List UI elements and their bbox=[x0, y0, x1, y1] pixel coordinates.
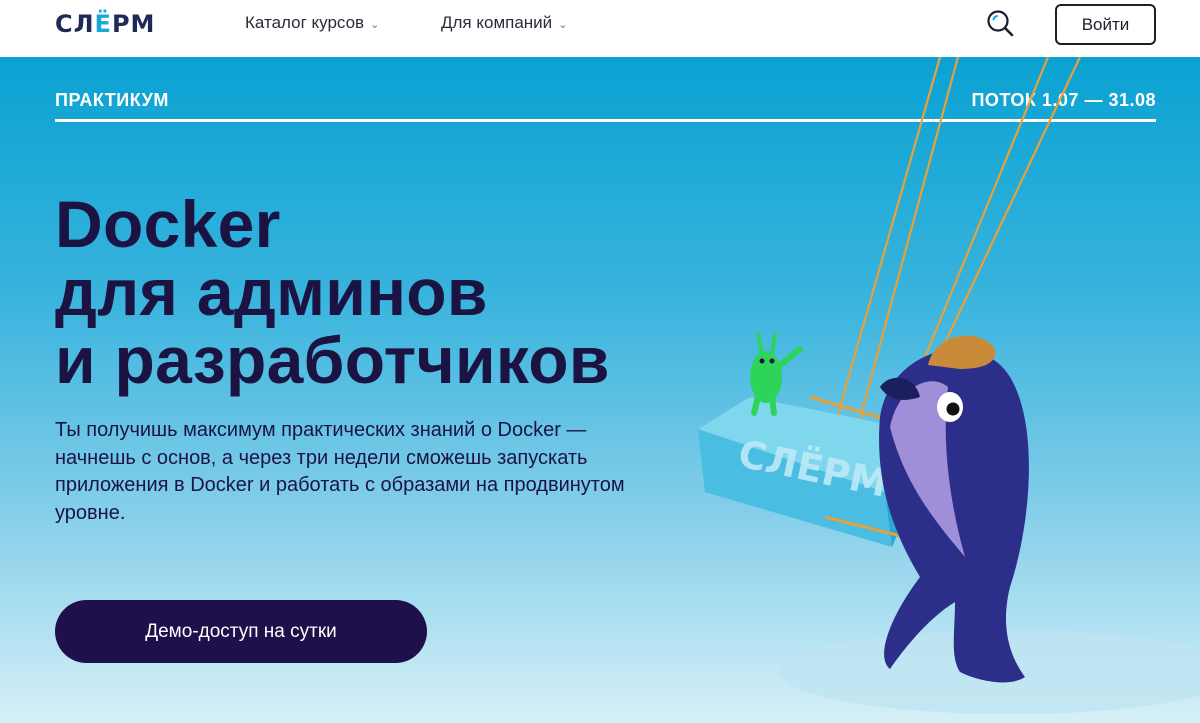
page-title: Docker для админов и разработчиков bbox=[55, 190, 610, 394]
chevron-down-icon: ⌄ bbox=[558, 19, 568, 31]
nav-for-companies[interactable]: Для компаний ⌄ bbox=[441, 13, 567, 33]
search-icon[interactable] bbox=[985, 8, 1015, 38]
logo-text-start: СЛ bbox=[55, 10, 95, 38]
nav-course-catalog-label: Каталог курсов bbox=[245, 13, 365, 32]
title-line-2: для админов bbox=[55, 255, 488, 329]
nav-course-catalog[interactable]: Каталог курсов ⌄ bbox=[245, 13, 379, 33]
demo-access-button[interactable]: Демо-доступ на сутки bbox=[55, 600, 427, 663]
course-description: Ты получишь максимум практических знаний… bbox=[55, 419, 625, 524]
top-navigation-bar: СЛ Ё РМ Каталог курсов ⌄ Для компаний ⌄ Во… bbox=[0, 0, 1200, 57]
hero-section: ПРАКТИКУМ ПОТОК 1.07 — 31.08 Docker для … bbox=[0, 57, 1200, 723]
docker-whale-illustration: СЛЁРМ bbox=[698, 57, 1200, 714]
nav-for-companies-label: Для компаний bbox=[441, 13, 553, 32]
title-line-3: и разработчиков bbox=[55, 323, 610, 397]
title-line-1: Docker bbox=[55, 187, 281, 261]
chevron-down-icon: ⌄ bbox=[370, 19, 380, 31]
login-button[interactable]: Войти bbox=[1055, 4, 1156, 45]
practicum-label: ПРАКТИКУМ bbox=[55, 90, 169, 110]
logo-text-accent: Ё bbox=[94, 10, 112, 38]
alien-character bbox=[750, 333, 803, 416]
whale-character bbox=[879, 335, 1029, 683]
slurm-logo[interactable]: СЛ Ё РМ bbox=[55, 10, 155, 38]
logo-text-end: РМ bbox=[111, 10, 156, 38]
